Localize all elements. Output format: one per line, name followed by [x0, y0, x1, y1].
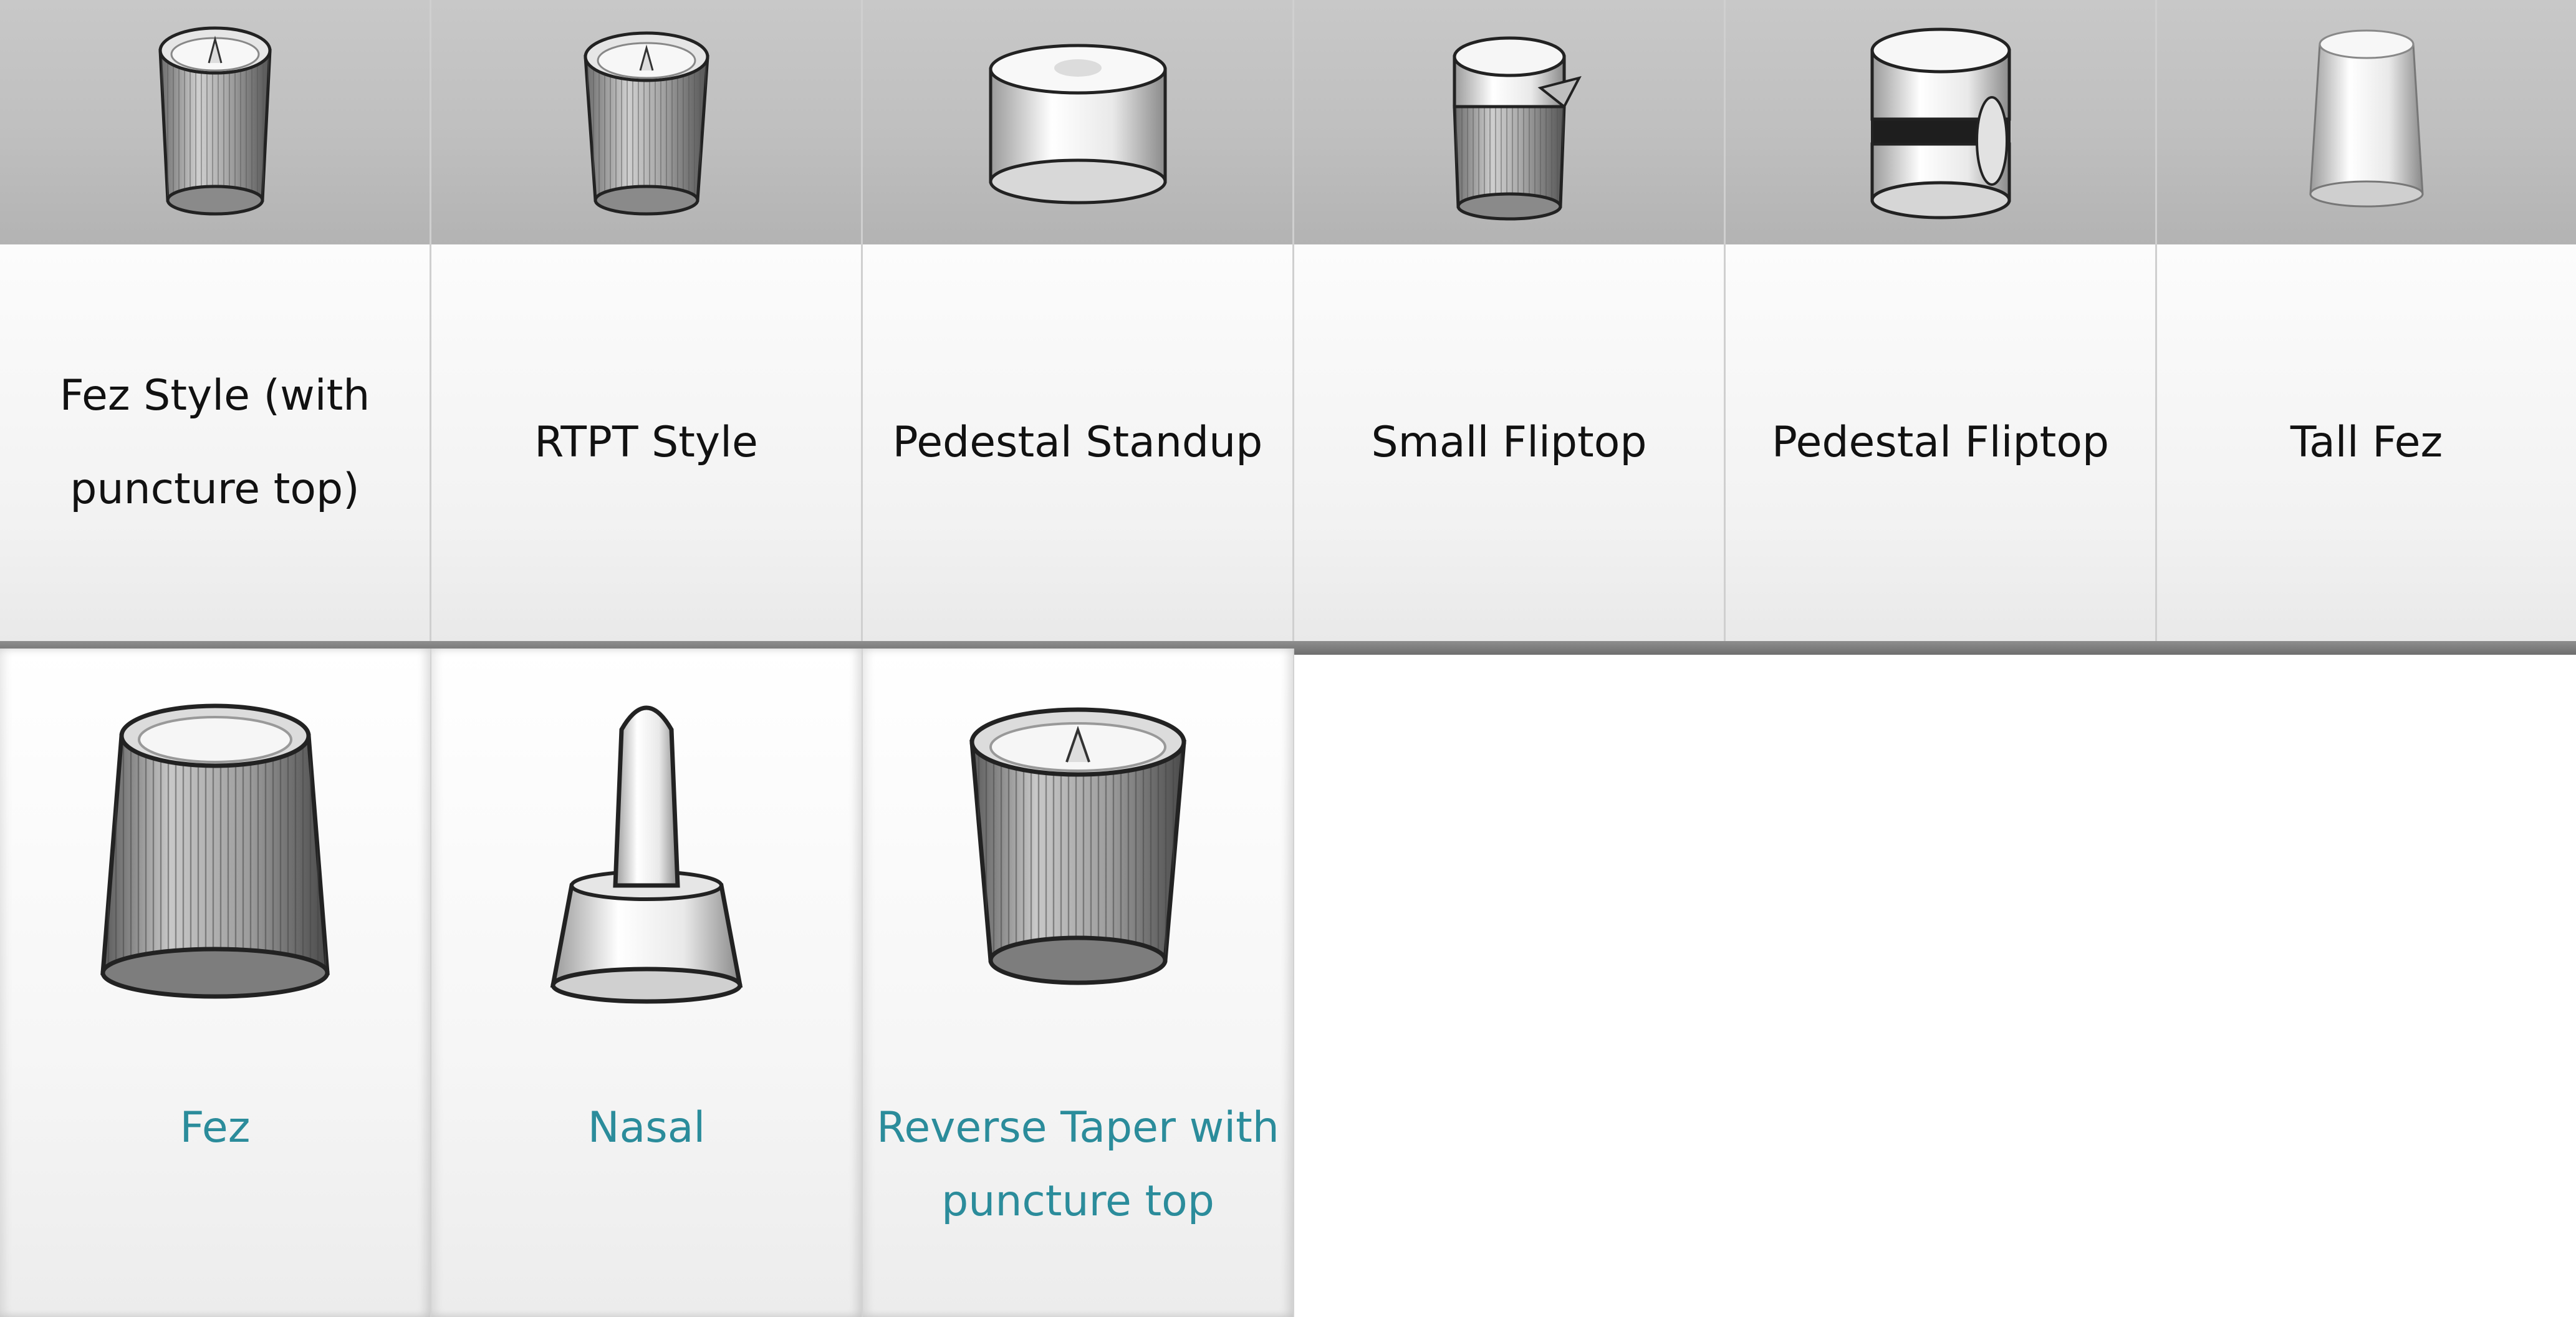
cap-name-label: Pedestal Fliptop	[1771, 418, 2110, 467]
cap-style-grid: Fez Style (with puncture top) RTPT Style	[0, 0, 2576, 1317]
cap-name-label: Pedestal Standup	[892, 418, 1263, 467]
cap-link-tile-reverse-taper[interactable]: Reverse Taper with puncture top	[863, 649, 1294, 1317]
cap-tile-fez-style: Fez Style (with puncture top)	[0, 0, 431, 641]
cap-style-table: Fez Style (with puncture top) RTPT Style	[0, 0, 2576, 641]
tall-fez-cap-icon	[2309, 29, 2424, 208]
cap-image-cell	[0, 0, 430, 244]
cap-image-cell	[516, 680, 777, 1029]
pedestal-standup-cap-icon	[989, 44, 1166, 205]
cap-name-label: RTPT Style	[534, 418, 758, 467]
cap-name-label: Fez Style (with puncture top)	[59, 371, 370, 514]
cap-tile-small-fliptop: Small Fliptop	[1294, 0, 1726, 641]
fez-cap-icon	[100, 703, 330, 999]
cap-image-cell	[431, 0, 861, 244]
cap-image-cell	[1726, 0, 2155, 244]
cap-name-cell: RTPT Style	[431, 244, 861, 641]
cap-name-cell: Pedestal Fliptop	[1726, 244, 2155, 641]
cap-link-tiles: Fez Nasal Reverse Taper with puncture to…	[0, 649, 1294, 1317]
cap-link-label[interactable]: Reverse Taper with puncture top	[872, 1091, 1284, 1238]
cap-image-cell	[2157, 0, 2576, 244]
cap-name-cell: Tall Fez	[2157, 244, 2576, 641]
cap-image-cell	[947, 680, 1209, 1029]
cap-name-cell: Small Fliptop	[1294, 244, 1724, 641]
cap-name-cell: Fez Style (with puncture top)	[0, 244, 430, 641]
cap-name-cell: Pedestal Standup	[863, 244, 1292, 641]
cap-link-tile-fez[interactable]: Fez	[0, 649, 431, 1317]
nasal-cap-icon	[550, 705, 743, 1004]
reverse-taper-cap-icon	[969, 707, 1186, 985]
cap-image-cell	[863, 0, 1292, 244]
cap-link-label[interactable]: Nasal	[441, 1091, 852, 1165]
pedestal-fliptop-cap-icon	[1870, 27, 2011, 220]
small-fliptop-cap-icon	[1452, 36, 1582, 221]
fez-puncture-cap-icon	[158, 26, 272, 216]
cap-image-cell	[84, 680, 346, 1029]
cap-tile-tall-fez: Tall Fez	[2157, 0, 2576, 641]
cap-link-tile-nasal[interactable]: Nasal	[431, 649, 863, 1317]
cap-name-label: Small Fliptop	[1371, 418, 1647, 467]
cap-tile-pedestal-fliptop: Pedestal Fliptop	[1726, 0, 2157, 641]
cap-image-cell	[1294, 0, 1724, 244]
rtpt-cap-icon	[583, 31, 709, 216]
cap-tile-pedestal-standup: Pedestal Standup	[863, 0, 1294, 641]
cap-tile-rtpt-style: RTPT Style	[431, 0, 863, 641]
cap-link-label[interactable]: Fez	[9, 1091, 421, 1165]
cap-name-label: Tall Fez	[2290, 418, 2443, 467]
